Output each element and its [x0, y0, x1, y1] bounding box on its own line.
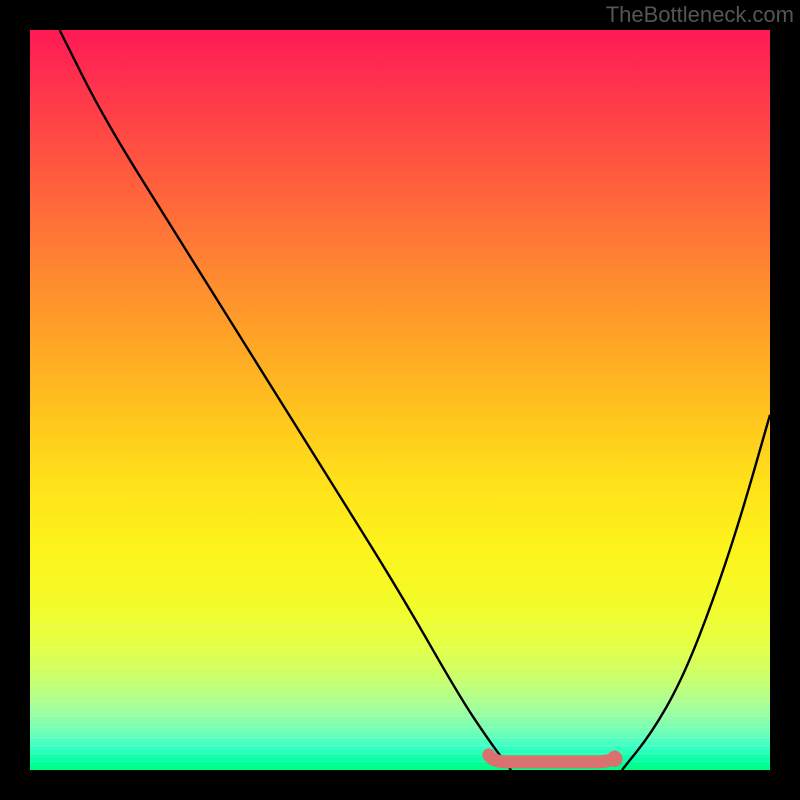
attribution-text: TheBottleneck.com	[606, 2, 794, 28]
right-curve	[622, 415, 770, 770]
marker-dot	[607, 751, 623, 767]
left-curve	[60, 30, 511, 770]
chart-svg	[30, 30, 770, 770]
plot-area	[30, 30, 770, 770]
optimal-flat-region	[489, 755, 615, 762]
